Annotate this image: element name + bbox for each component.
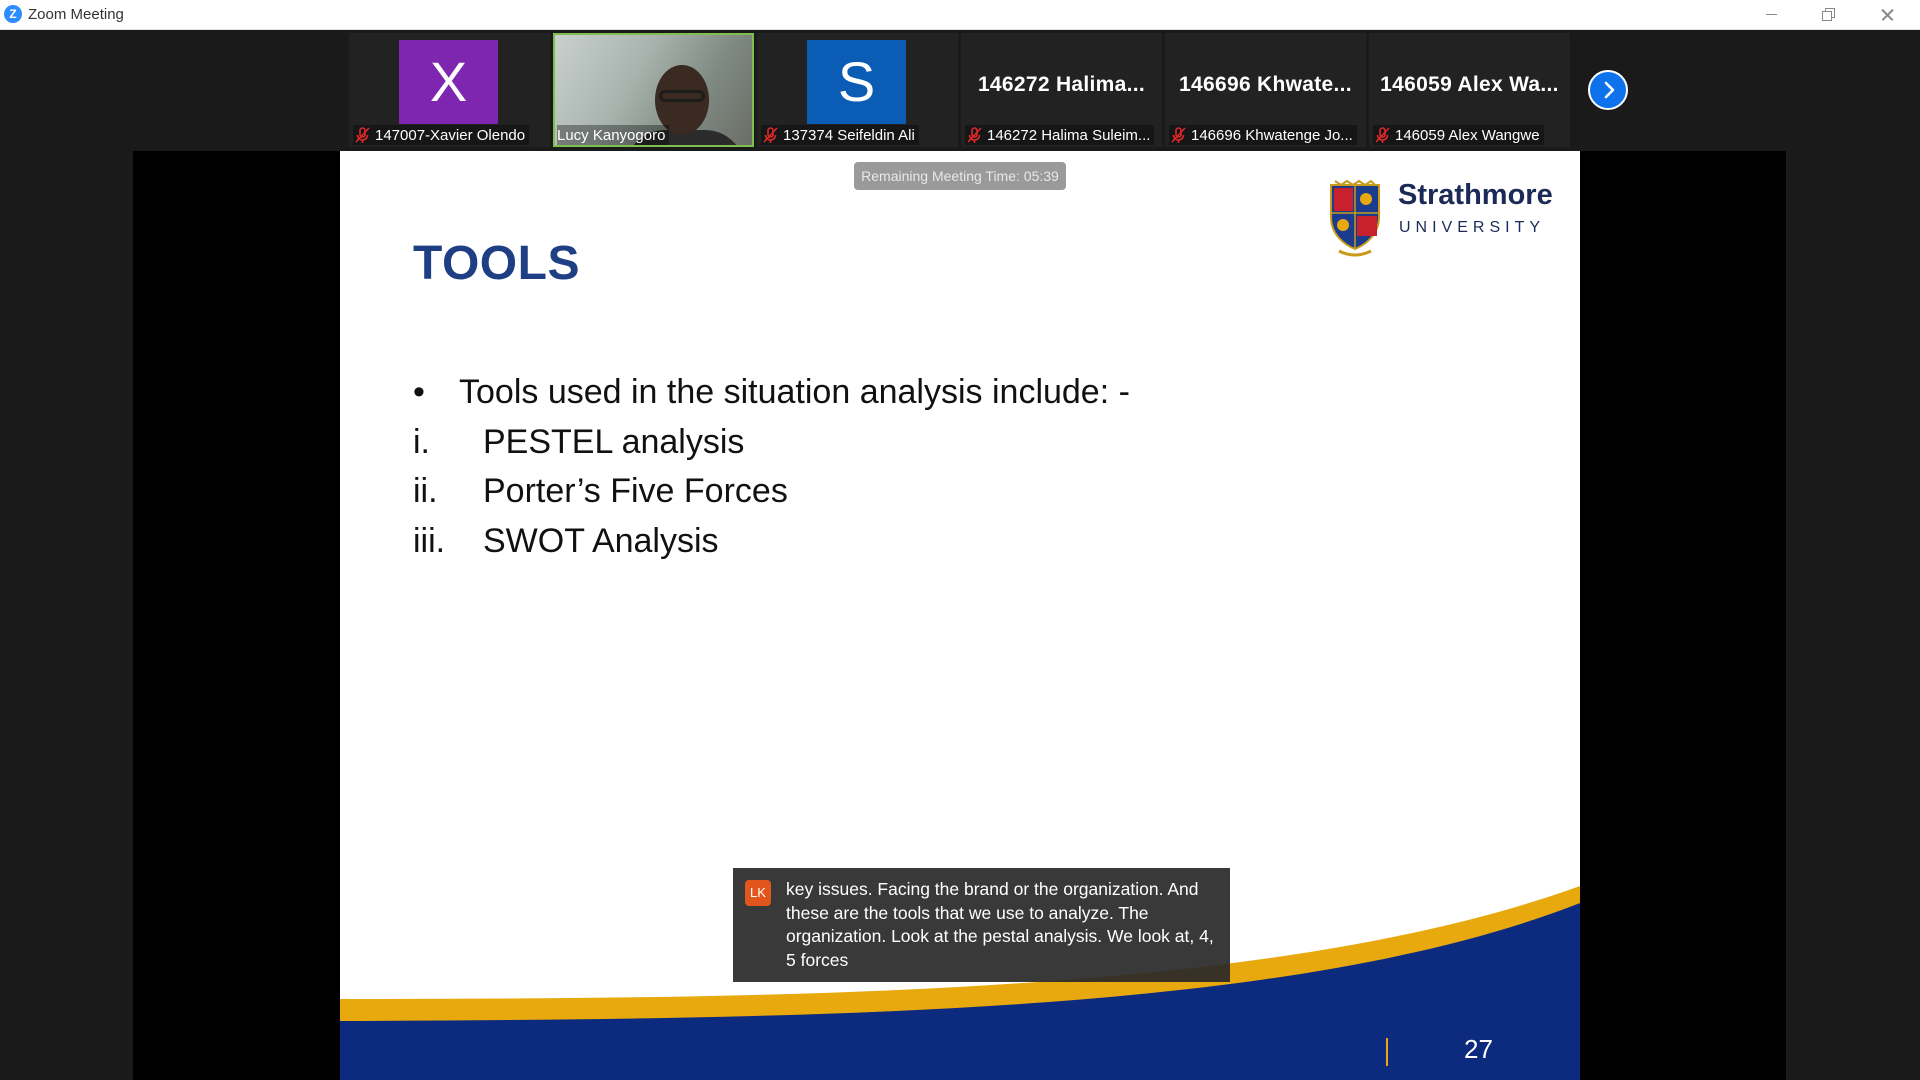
list-text: PESTEL analysis <box>483 423 745 461</box>
participant-tile[interactable]: 146272 Halima... 146272 Halima Suleim... <box>961 33 1162 147</box>
window-title: Zoom Meeting <box>28 6 124 23</box>
participant-display-name: 146272 Halima... <box>977 73 1146 96</box>
mic-muted-icon <box>967 127 982 143</box>
participant-name-bar: 146059 Alex Wangwe <box>1373 125 1544 145</box>
mic-muted-icon <box>355 127 370 143</box>
next-participants-button[interactable] <box>1588 70 1628 110</box>
close-icon[interactable] <box>1858 0 1916 29</box>
list-item: iii. SWOT Analysis <box>413 522 719 561</box>
live-caption-box[interactable]: LK key issues. Facing the brand or the o… <box>733 868 1230 982</box>
participant-name: 146696 Khwatenge Jo... <box>1191 126 1353 144</box>
title-bar: Z Zoom Meeting <box>0 0 1920 30</box>
participant-display-name: 146696 Khwate... <box>1179 73 1352 96</box>
slide-title: TOOLS <box>413 237 580 290</box>
participant-tile[interactable]: S 137374 Seifeldin Ali <box>757 33 958 147</box>
participant-name: 147007-Xavier Olendo <box>375 126 526 144</box>
list-number: ii. <box>413 472 438 510</box>
participant-tile[interactable]: 146696 Khwate... 146696 Khwatenge Jo... <box>1165 33 1366 147</box>
caption-text: key issues. Facing the brand or the orga… <box>786 879 1214 970</box>
bullet-text: Tools used in the situation analysis inc… <box>459 373 1130 411</box>
list-text: Porter’s Five Forces <box>483 472 788 510</box>
avatar: LK <box>745 880 771 906</box>
crest-icon <box>1330 179 1380 257</box>
participant-tile[interactable]: 146059 Alex Wa... 146059 Alex Wangwe <box>1369 33 1570 147</box>
page-separator <box>1386 1038 1388 1066</box>
logo-subtitle: UNIVERSITY <box>1399 219 1546 236</box>
participant-name: 146059 Alex Wangwe <box>1395 126 1540 144</box>
mic-muted-icon <box>763 127 778 143</box>
mic-muted-icon <box>1171 127 1186 143</box>
participant-name: 137374 Seifeldin Ali <box>783 126 915 144</box>
list-text: SWOT Analysis <box>483 522 719 560</box>
participant-tile[interactable]: X 147007-Xavier Olendo <box>349 33 550 147</box>
remaining-time-badge: Remaining Meeting Time: 05:39 <box>854 162 1066 190</box>
minimize-icon[interactable] <box>1742 0 1800 29</box>
university-logo: Strathmore UNIVERSITY <box>1325 179 1555 259</box>
zoom-app-icon: Z <box>4 5 22 23</box>
participant-strip: X 147007-Xavier Olendo Lucy Kanyogoro S <box>0 30 1920 150</box>
participant-name-bar: 146696 Khwatenge Jo... <box>1169 125 1357 145</box>
logo-name: Strathmore <box>1398 179 1553 211</box>
slide-page-number: 27 <box>1464 1034 1493 1064</box>
avatar: X <box>399 40 498 124</box>
participant-name: 146272 Halima Suleim... <box>987 126 1151 144</box>
avatar: S <box>807 40 906 124</box>
participant-name-bar: Lucy Kanyogoro <box>557 125 670 145</box>
list-item: i. PESTEL analysis <box>413 423 744 462</box>
participant-display-name: 146059 Alex Wa... <box>1380 73 1559 96</box>
participant-name-bar: 147007-Xavier Olendo <box>353 125 530 145</box>
list-item: ii. Porter’s Five Forces <box>413 472 788 511</box>
restore-icon[interactable] <box>1800 0 1858 29</box>
list-number: i. <box>413 423 430 461</box>
participant-name-bar: 137374 Seifeldin Ali <box>761 125 919 145</box>
list-number: iii. <box>413 522 446 560</box>
participant-name-bar: 146272 Halima Suleim... <box>965 125 1155 145</box>
chevron-right-icon <box>1604 81 1615 99</box>
participant-name: Lucy Kanyogoro <box>557 126 666 144</box>
mic-muted-icon <box>1375 127 1390 143</box>
participant-tile-active-speaker[interactable]: Lucy Kanyogoro <box>553 33 754 147</box>
slide-bullet: • Tools used in the situation analysis in… <box>413 373 1130 411</box>
